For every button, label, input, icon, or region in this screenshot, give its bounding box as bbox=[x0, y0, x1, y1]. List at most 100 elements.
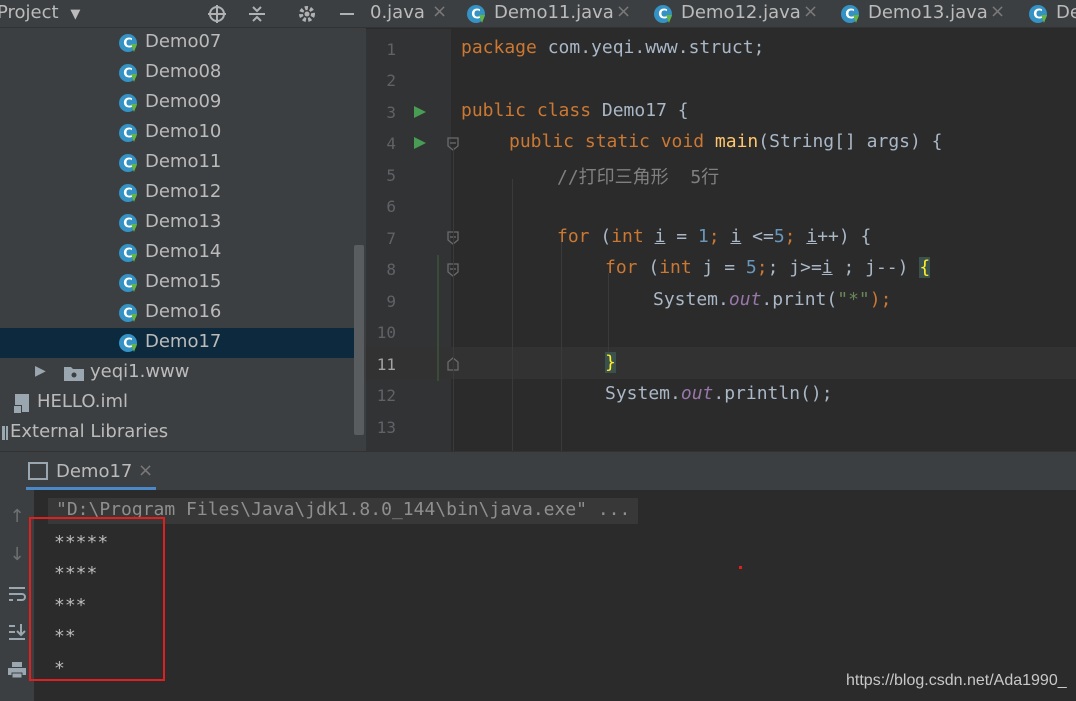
tab-demo11[interactable]: C Demo11.java × bbox=[466, 0, 646, 27]
line-number: 3 bbox=[386, 103, 396, 122]
project-panel-header: Project ▼ bbox=[0, 0, 366, 28]
tree-item-demo12[interactable]: C Demo12 bbox=[0, 178, 362, 208]
soft-wrap-icon[interactable] bbox=[4, 582, 30, 606]
tree-item-label: Demo14 bbox=[145, 241, 222, 262]
tree-item-label: Demo15 bbox=[145, 271, 222, 292]
tree-item-demo10[interactable]: C Demo10 bbox=[0, 118, 362, 148]
line-number: 5 bbox=[386, 166, 396, 185]
minimize-icon[interactable] bbox=[336, 3, 358, 25]
tab-label: Demo13.java bbox=[868, 2, 988, 23]
tab-de[interactable]: C De bbox=[1028, 0, 1076, 27]
tree-item-label: yeqi1.www bbox=[90, 361, 190, 382]
close-icon[interactable]: × bbox=[432, 1, 447, 22]
line-number: 6 bbox=[386, 197, 396, 216]
scroll-to-end-icon[interactable] bbox=[4, 620, 30, 644]
expand-arrow-icon[interactable]: ▶ bbox=[35, 363, 46, 379]
java-class-icon: C bbox=[119, 64, 137, 82]
run-header: Demo17 × bbox=[0, 452, 1076, 490]
libraries-icon bbox=[2, 426, 8, 440]
java-class-icon: C bbox=[119, 34, 137, 52]
code-line-8: for (int j = 5;; j>=i ; j--) { bbox=[605, 257, 931, 278]
line-number: 9 bbox=[386, 292, 396, 311]
tree-item-label: Demo13 bbox=[145, 211, 222, 232]
tree-item-label: Demo09 bbox=[145, 91, 222, 112]
indent-guide bbox=[512, 179, 513, 451]
tree-item-label: Demo12 bbox=[145, 181, 222, 202]
tree-item-demo14[interactable]: C Demo14 bbox=[0, 238, 362, 268]
tree-item-label: Demo08 bbox=[145, 61, 222, 82]
tab-demo13[interactable]: C Demo13.java × bbox=[840, 0, 1020, 27]
line-number: 13 bbox=[376, 418, 396, 437]
java-class-icon: C bbox=[119, 244, 137, 262]
watermark: https://blog.csdn.net/Ada1990_ bbox=[846, 672, 1067, 689]
tree-item-demo08[interactable]: C Demo08 bbox=[0, 58, 362, 88]
tree-item-demo07[interactable]: C Demo07 bbox=[0, 28, 362, 58]
code-line-7: for (int i = 1; i <=5; i++) { bbox=[557, 226, 872, 247]
run-main-icon[interactable] bbox=[413, 136, 427, 150]
tree-item-demo17[interactable]: C Demo17 bbox=[0, 328, 362, 358]
tree-item-label: Demo17 bbox=[145, 331, 222, 352]
line-number: 1 bbox=[386, 40, 396, 59]
tab-label: Demo12.java bbox=[681, 2, 801, 23]
line-number: 2 bbox=[386, 71, 396, 90]
console-output[interactable]: "D:\Program Files\Java\jdk1.8.0_144\bin\… bbox=[34, 490, 1076, 701]
matched-brace: { bbox=[919, 257, 931, 278]
project-panel: Project ▼ C Demo07 C Demo08 C Demo09 C D… bbox=[0, 0, 366, 451]
close-icon[interactable]: × bbox=[990, 1, 1005, 22]
java-class-icon: C bbox=[119, 154, 137, 172]
tree-item-external-libraries[interactable]: External Libraries bbox=[0, 418, 362, 448]
arrow-up-icon[interactable]: ↑ bbox=[4, 504, 30, 528]
close-icon[interactable]: × bbox=[803, 1, 818, 22]
current-line-highlight bbox=[366, 347, 1076, 379]
tree-item-demo16[interactable]: C Demo16 bbox=[0, 298, 362, 328]
tree-item-demo13[interactable]: C Demo13 bbox=[0, 208, 362, 238]
tree-item-label: HELLO.iml bbox=[37, 391, 129, 412]
close-icon[interactable]: × bbox=[616, 1, 631, 22]
annotation-highlight-box bbox=[29, 517, 165, 681]
project-title: Project bbox=[0, 2, 59, 23]
tab-0-java[interactable]: 0.java × bbox=[370, 0, 460, 27]
code-line-5: //打印三角形 5行 bbox=[557, 167, 720, 188]
editor-tab-bar: 0.java × C Demo11.java × C Demo12.java ×… bbox=[366, 0, 1076, 28]
run-tab-label: Demo17 bbox=[56, 461, 133, 482]
indent-guide bbox=[453, 147, 454, 451]
tree-item-demo15[interactable]: C Demo15 bbox=[0, 268, 362, 298]
collapse-all-icon[interactable] bbox=[246, 3, 268, 25]
iml-file-icon bbox=[13, 394, 29, 414]
close-icon[interactable]: × bbox=[138, 460, 153, 481]
run-tab-demo17[interactable]: Demo17 × bbox=[26, 452, 156, 490]
indent-guide bbox=[608, 273, 609, 357]
line-number: 7 bbox=[386, 229, 396, 248]
tree-item-package[interactable]: ▶ yeqi1.www bbox=[0, 358, 362, 388]
code-line-3: public class Demo17 { bbox=[461, 100, 689, 121]
java-class-icon: C bbox=[119, 214, 137, 232]
tree-item-label: External Libraries bbox=[10, 421, 169, 442]
tree-item-demo09[interactable]: C Demo09 bbox=[0, 88, 362, 118]
tree-item-label: Demo16 bbox=[145, 301, 222, 322]
locate-icon[interactable] bbox=[206, 3, 228, 25]
print-icon[interactable] bbox=[4, 658, 30, 682]
code-line-4: public static void main(String[] args) { bbox=[509, 131, 943, 152]
tab-label: 0.java bbox=[370, 2, 425, 23]
code-editor[interactable]: 1 2 3 4 5 6 7 8 9 10 11 12 13 package co… bbox=[366, 29, 1076, 451]
tab-label: Demo11.java bbox=[494, 2, 614, 23]
java-class-icon: C bbox=[654, 5, 672, 23]
tree-item-hello-iml[interactable]: HELLO.iml bbox=[0, 388, 362, 418]
java-class-icon: C bbox=[467, 5, 485, 23]
code-line-1: package com.yeqi.www.struct; bbox=[461, 37, 765, 58]
java-class-icon: C bbox=[119, 94, 137, 112]
java-class-icon: C bbox=[119, 304, 137, 322]
java-class-icon: C bbox=[119, 124, 137, 142]
project-view-selector[interactable]: Project ▼ bbox=[0, 2, 80, 23]
run-class-icon[interactable] bbox=[413, 105, 427, 119]
tree-item-demo11[interactable]: C Demo11 bbox=[0, 148, 362, 178]
tab-label: De bbox=[1056, 2, 1076, 23]
java-class-icon: C bbox=[1029, 5, 1047, 23]
gear-icon[interactable] bbox=[296, 3, 318, 25]
project-scrollbar[interactable] bbox=[354, 245, 364, 435]
arrow-down-icon[interactable]: ↓ bbox=[4, 542, 30, 566]
console-icon bbox=[28, 462, 48, 480]
tab-demo12[interactable]: C Demo12.java × bbox=[653, 0, 833, 27]
code-line-12: System.out.println(); bbox=[605, 383, 833, 404]
matched-brace: } bbox=[605, 352, 616, 373]
